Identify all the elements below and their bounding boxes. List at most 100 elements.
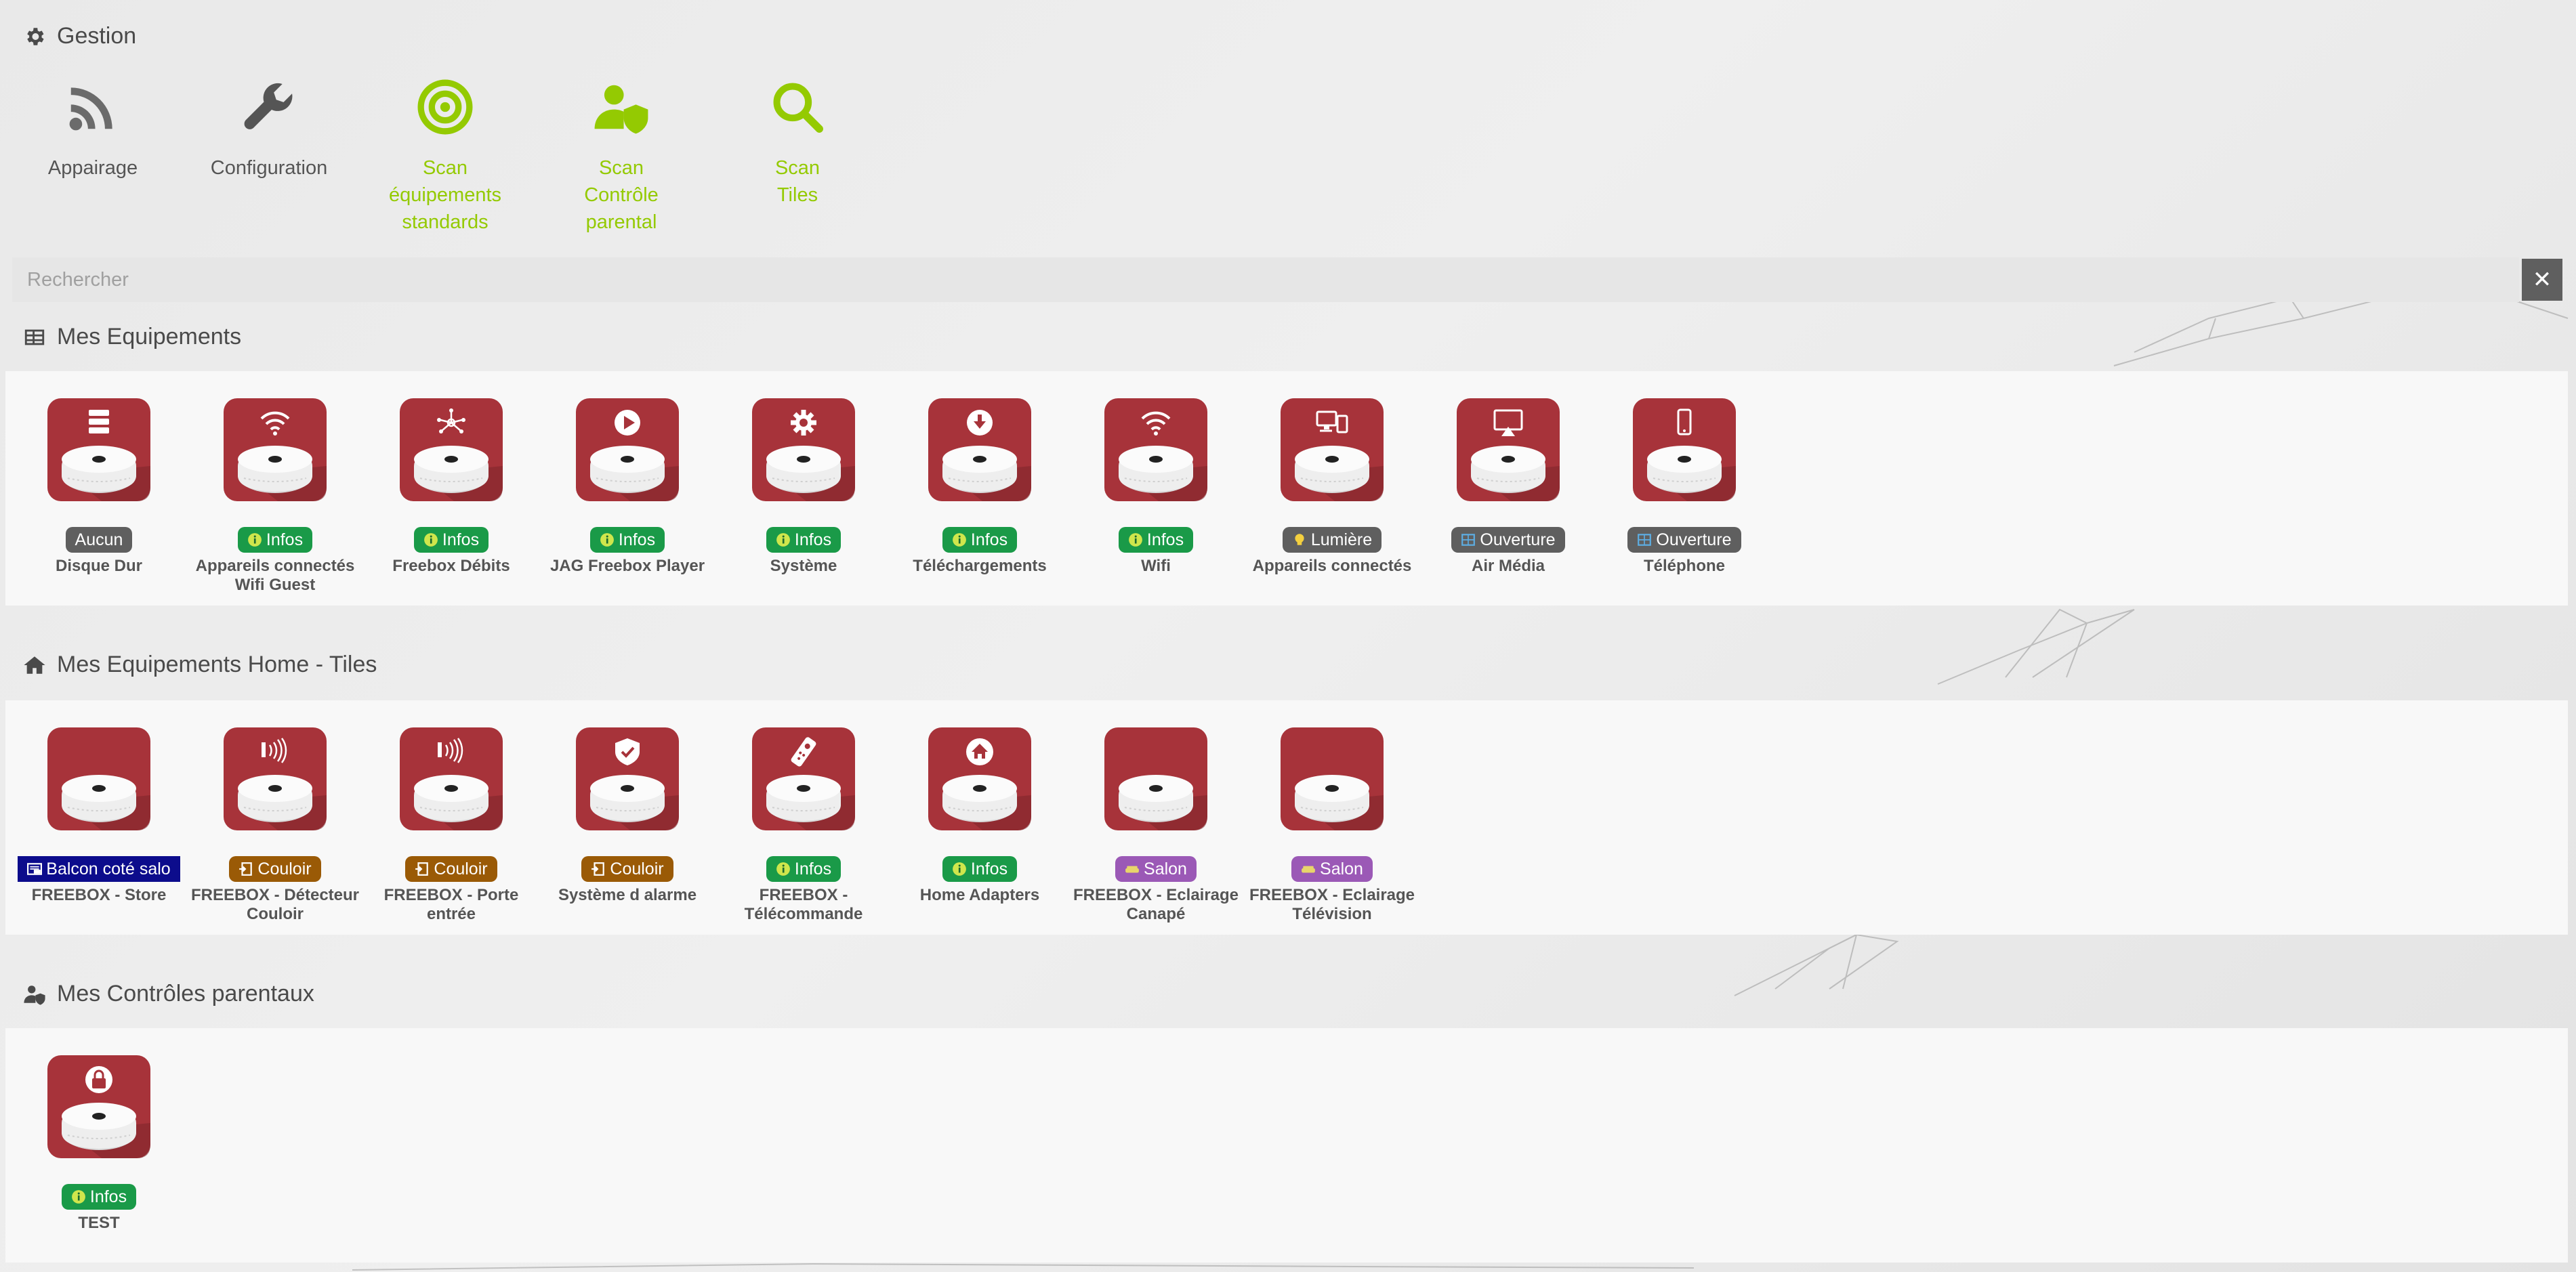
equipment-card[interactable]: Couloir FREEBOX - Porte entrée xyxy=(363,727,539,924)
equipment-card[interactable]: Infos FREEBOX - Télécommande xyxy=(715,727,892,924)
mes-tiles-panel: Balcon coté salo FREEBOX - Store Couloir F… xyxy=(5,700,2568,935)
info-icon xyxy=(600,533,614,547)
equipment-card[interactable]: Couloir Système d alarme xyxy=(539,727,715,905)
search-clear-button[interactable]: ✕ xyxy=(2522,259,2562,301)
room-badge: Salon xyxy=(1291,856,1373,882)
equipment-card[interactable]: Salon FREEBOX - Eclairage Télévision xyxy=(1244,727,1420,924)
door-icon xyxy=(239,862,253,876)
room-badge-label: Infos xyxy=(794,530,832,549)
freebox-device-icon xyxy=(400,398,503,501)
room-badge: Infos xyxy=(237,527,313,553)
gestion-item-user-shield[interactable]: Scan Contrôle parental xyxy=(547,73,696,236)
room-badge-label: Ouverture xyxy=(1656,530,1732,549)
mes-equipements-title: Mes Equipements xyxy=(57,324,242,349)
equipment-card[interactable]: Ouverture Air Média xyxy=(1420,398,1596,576)
gestion-item-target[interactable]: Scan équipements standards xyxy=(371,73,520,236)
freebox-device-icon xyxy=(576,398,679,501)
user-shield-icon[interactable] xyxy=(547,73,696,141)
search-icon[interactable] xyxy=(723,73,872,141)
room-badge-label: Salon xyxy=(1320,860,1363,878)
equipment-card[interactable]: Aucun Disque Dur xyxy=(11,398,187,576)
freebox-device-icon xyxy=(928,398,1031,501)
mes-tiles-title: Mes Equipements Home - Tiles xyxy=(57,652,377,677)
garage-icon xyxy=(27,863,43,875)
play-icon xyxy=(615,410,640,436)
equipment-card[interactable]: Infos JAG Freebox Player xyxy=(539,398,715,576)
room-badge: Ouverture xyxy=(1627,527,1741,553)
table-icon xyxy=(24,329,45,345)
gestion-item-label: Configuration xyxy=(210,157,328,179)
equipment-card[interactable]: Lumière Appareils connectés xyxy=(1244,398,1420,576)
close-icon[interactable]: ✕ xyxy=(2533,266,2552,293)
room-badge-label: Infos xyxy=(618,530,656,549)
room-badge: Couloir xyxy=(229,856,321,882)
room-badge: Infos xyxy=(766,856,842,882)
room-badge: Salon xyxy=(1115,856,1197,882)
info-icon xyxy=(776,533,790,547)
freebox-device-icon xyxy=(47,398,150,501)
door-icon xyxy=(591,862,605,876)
equipment-name: Appareils connectés xyxy=(1252,557,1412,575)
equipment-card[interactable]: Infos Téléchargements xyxy=(892,398,1068,576)
freebox-device-icon xyxy=(400,727,503,830)
gestion-title: Gestion xyxy=(57,23,137,49)
equipment-card[interactable]: Balcon coté salo FREEBOX - Store xyxy=(11,727,187,905)
equipment-name: Système d alarme xyxy=(558,886,697,904)
room-badge-label: Infos xyxy=(1146,530,1184,549)
room-badge-label: Infos xyxy=(794,860,832,878)
mes-equipements-panel: Aucun Disque Dur Infos Appareils connectés… xyxy=(5,371,2568,606)
equipment-card[interactable]: Ouverture Téléphone xyxy=(1596,398,1772,576)
equipment-name: Téléphone xyxy=(1643,557,1725,575)
gestion-header: Gestion xyxy=(23,23,136,49)
equipment-card[interactable]: Infos Appareils connectés Wifi Guest xyxy=(187,398,363,595)
gear-icon xyxy=(27,27,44,45)
gestion-item-label: Scan Contrôle parental xyxy=(584,157,659,233)
info-icon xyxy=(423,533,438,547)
target-icon[interactable] xyxy=(371,73,520,141)
freebox-device-icon xyxy=(1104,727,1207,830)
rss-icon[interactable] xyxy=(18,73,167,141)
room-badge-label: Ouverture xyxy=(1480,530,1556,549)
equipment-name: Wifi xyxy=(1141,557,1171,575)
freebox-device-icon xyxy=(1104,398,1207,501)
user-shield-icon xyxy=(24,985,45,1005)
door-icon xyxy=(415,862,429,876)
gestion-item-label: Appairage xyxy=(47,157,138,179)
equipment-name: JAG Freebox Player xyxy=(549,557,705,575)
equipment-name: FREEBOX - Porte entrée xyxy=(383,886,519,923)
room-badge-label: Couloir xyxy=(434,860,488,878)
gestion-item-search[interactable]: Scan Tiles xyxy=(723,73,872,209)
room-badge: Lumière xyxy=(1282,527,1382,553)
info-icon xyxy=(1128,533,1142,547)
info-icon xyxy=(952,862,966,876)
info-icon xyxy=(71,1190,85,1204)
search-input[interactable] xyxy=(12,257,2519,302)
room-badge-label: Infos xyxy=(442,530,480,549)
equipment-card[interactable]: Infos Système xyxy=(715,398,892,576)
equipment-card[interactable]: Salon FREEBOX - Eclairage Canapé xyxy=(1068,727,1244,924)
server-icon xyxy=(89,410,109,433)
freebox-device-icon xyxy=(47,1055,150,1158)
home-icon xyxy=(966,738,993,765)
equipment-name: Air Média xyxy=(1471,557,1545,575)
download-icon xyxy=(967,410,993,436)
equipment-name: Freebox Débits xyxy=(392,557,510,575)
equipment-card[interactable]: Infos Freebox Débits xyxy=(363,398,539,576)
room-badge-label: Infos xyxy=(266,530,304,549)
room-badge-label: Infos xyxy=(970,530,1008,549)
equipment-name: Téléchargements xyxy=(913,557,1047,575)
equipment-card[interactable]: Couloir FREEBOX - Détecteur Couloir xyxy=(187,727,363,924)
gestion-item-wrench[interactable]: Configuration xyxy=(194,73,344,182)
room-badge-label: Salon xyxy=(1144,860,1187,878)
equipment-card[interactable]: Infos Wifi xyxy=(1068,398,1244,576)
room-badge: Ouverture xyxy=(1451,527,1565,553)
gestion-item-rss[interactable]: Appairage xyxy=(18,73,167,182)
room-badge-label: Infos xyxy=(970,860,1008,878)
wrench-icon[interactable] xyxy=(194,73,344,141)
equipment-card[interactable]: Infos TEST xyxy=(11,1055,187,1233)
mes-controles-header: Mes Contrôles parentaux xyxy=(23,981,314,1007)
equipment-name: TEST xyxy=(78,1214,120,1232)
room-badge: Infos xyxy=(413,527,489,553)
window-icon xyxy=(1461,534,1476,546)
equipment-card[interactable]: Infos Home Adapters xyxy=(892,727,1068,905)
